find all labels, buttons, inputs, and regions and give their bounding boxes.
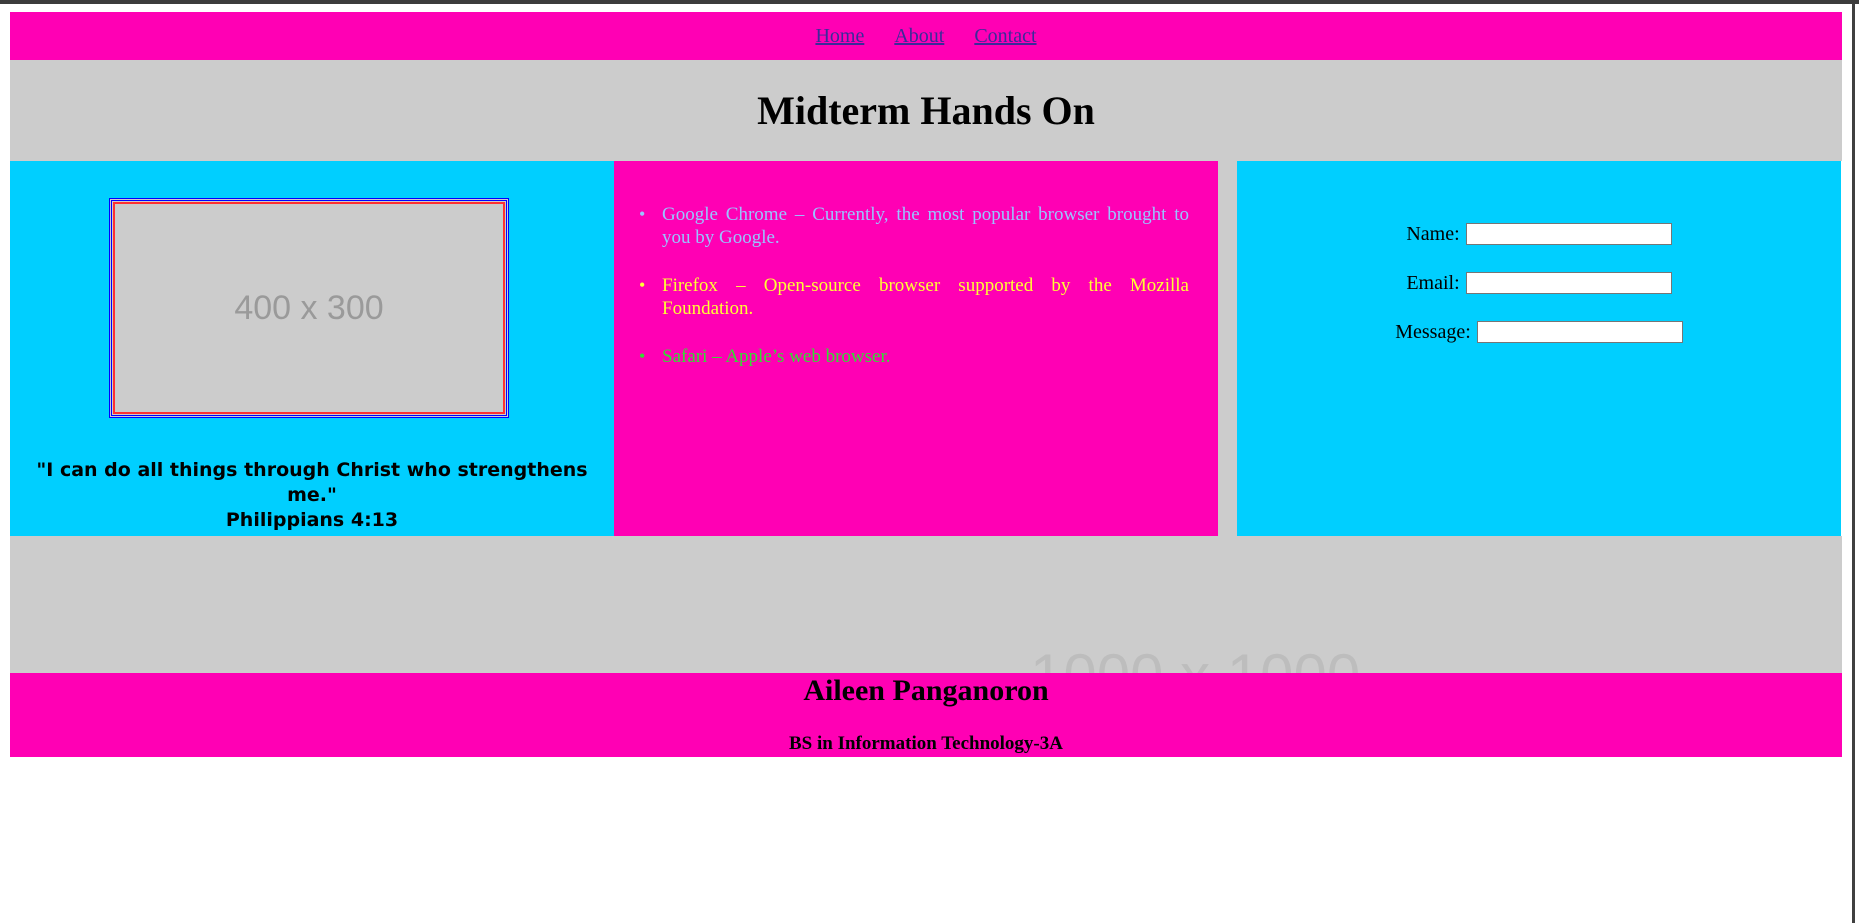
form-row-email: Email: (1237, 270, 1841, 296)
email-field[interactable] (1465, 272, 1672, 294)
left-panel: 400 x 300 "I can do all things through C… (10, 161, 614, 536)
page-title: Midterm Hands On (757, 88, 1095, 133)
list-item-chrome: • Google Chrome – Currently, the most po… (639, 203, 1189, 249)
list-item-firefox: • Firefox – Open-source browser supporte… (639, 274, 1189, 320)
page-header: Midterm Hands On (10, 60, 1842, 161)
author-course: BS in Information Technology-3A (789, 733, 1063, 754)
page: Home About Contact Midterm Hands On 400 … (10, 12, 1842, 757)
page-footer: Aileen Panganoron BS in Information Tech… (10, 673, 1842, 757)
scrollbar-thumb[interactable] (1852, 4, 1855, 923)
browser-list: • Google Chrome – Currently, the most po… (639, 203, 1189, 393)
author-name: Aileen Panganoron (803, 674, 1049, 707)
contact-form: Name: Email: Message: (1237, 221, 1841, 368)
placeholder-image: 400 x 300 (109, 198, 509, 418)
bullet-icon: • (639, 204, 646, 224)
list-item-text: Google Chrome – Currently, the most popu… (662, 204, 1189, 248)
window-top-edge (0, 0, 1859, 4)
nav-link-home[interactable]: Home (815, 25, 864, 48)
bullet-icon: • (639, 346, 646, 366)
name-label: Name: (1406, 222, 1460, 245)
bullet-icon: • (639, 275, 646, 295)
message-field[interactable] (1476, 321, 1683, 343)
background-image-label: 1000 x 1000 (1030, 641, 1360, 673)
list-item-text: Firefox – Open-source browser supported … (662, 275, 1189, 319)
form-row-name: Name: (1237, 221, 1841, 247)
panel-gap (1218, 161, 1237, 536)
form-row-message: Message: (1237, 319, 1841, 345)
name-field[interactable] (1465, 223, 1672, 245)
list-item-safari: • Safari – Apple’s web browser. (639, 345, 1189, 368)
quote-reference: Philippians 4:13 (225, 509, 399, 531)
top-nav: Home About Contact (10, 12, 1842, 60)
quote-text: "I can do all things through Christ who … (36, 459, 588, 506)
background-image-band: 1000 x 1000 (10, 536, 1842, 673)
list-item-text: Safari – Apple’s web browser. (662, 346, 891, 367)
content-row: 400 x 300 "I can do all things through C… (10, 161, 1842, 536)
nav-link-about[interactable]: About (894, 25, 944, 48)
form-panel: Name: Email: Message: (1237, 161, 1841, 536)
bible-quote: "I can do all things through Christ who … (10, 458, 614, 533)
browser-panel: • Google Chrome – Currently, the most po… (614, 161, 1218, 536)
placeholder-image-label: 400 x 300 (234, 288, 384, 327)
email-label: Email: (1406, 271, 1460, 294)
message-label: Message: (1395, 320, 1471, 343)
nav-link-contact[interactable]: Contact (974, 25, 1036, 48)
